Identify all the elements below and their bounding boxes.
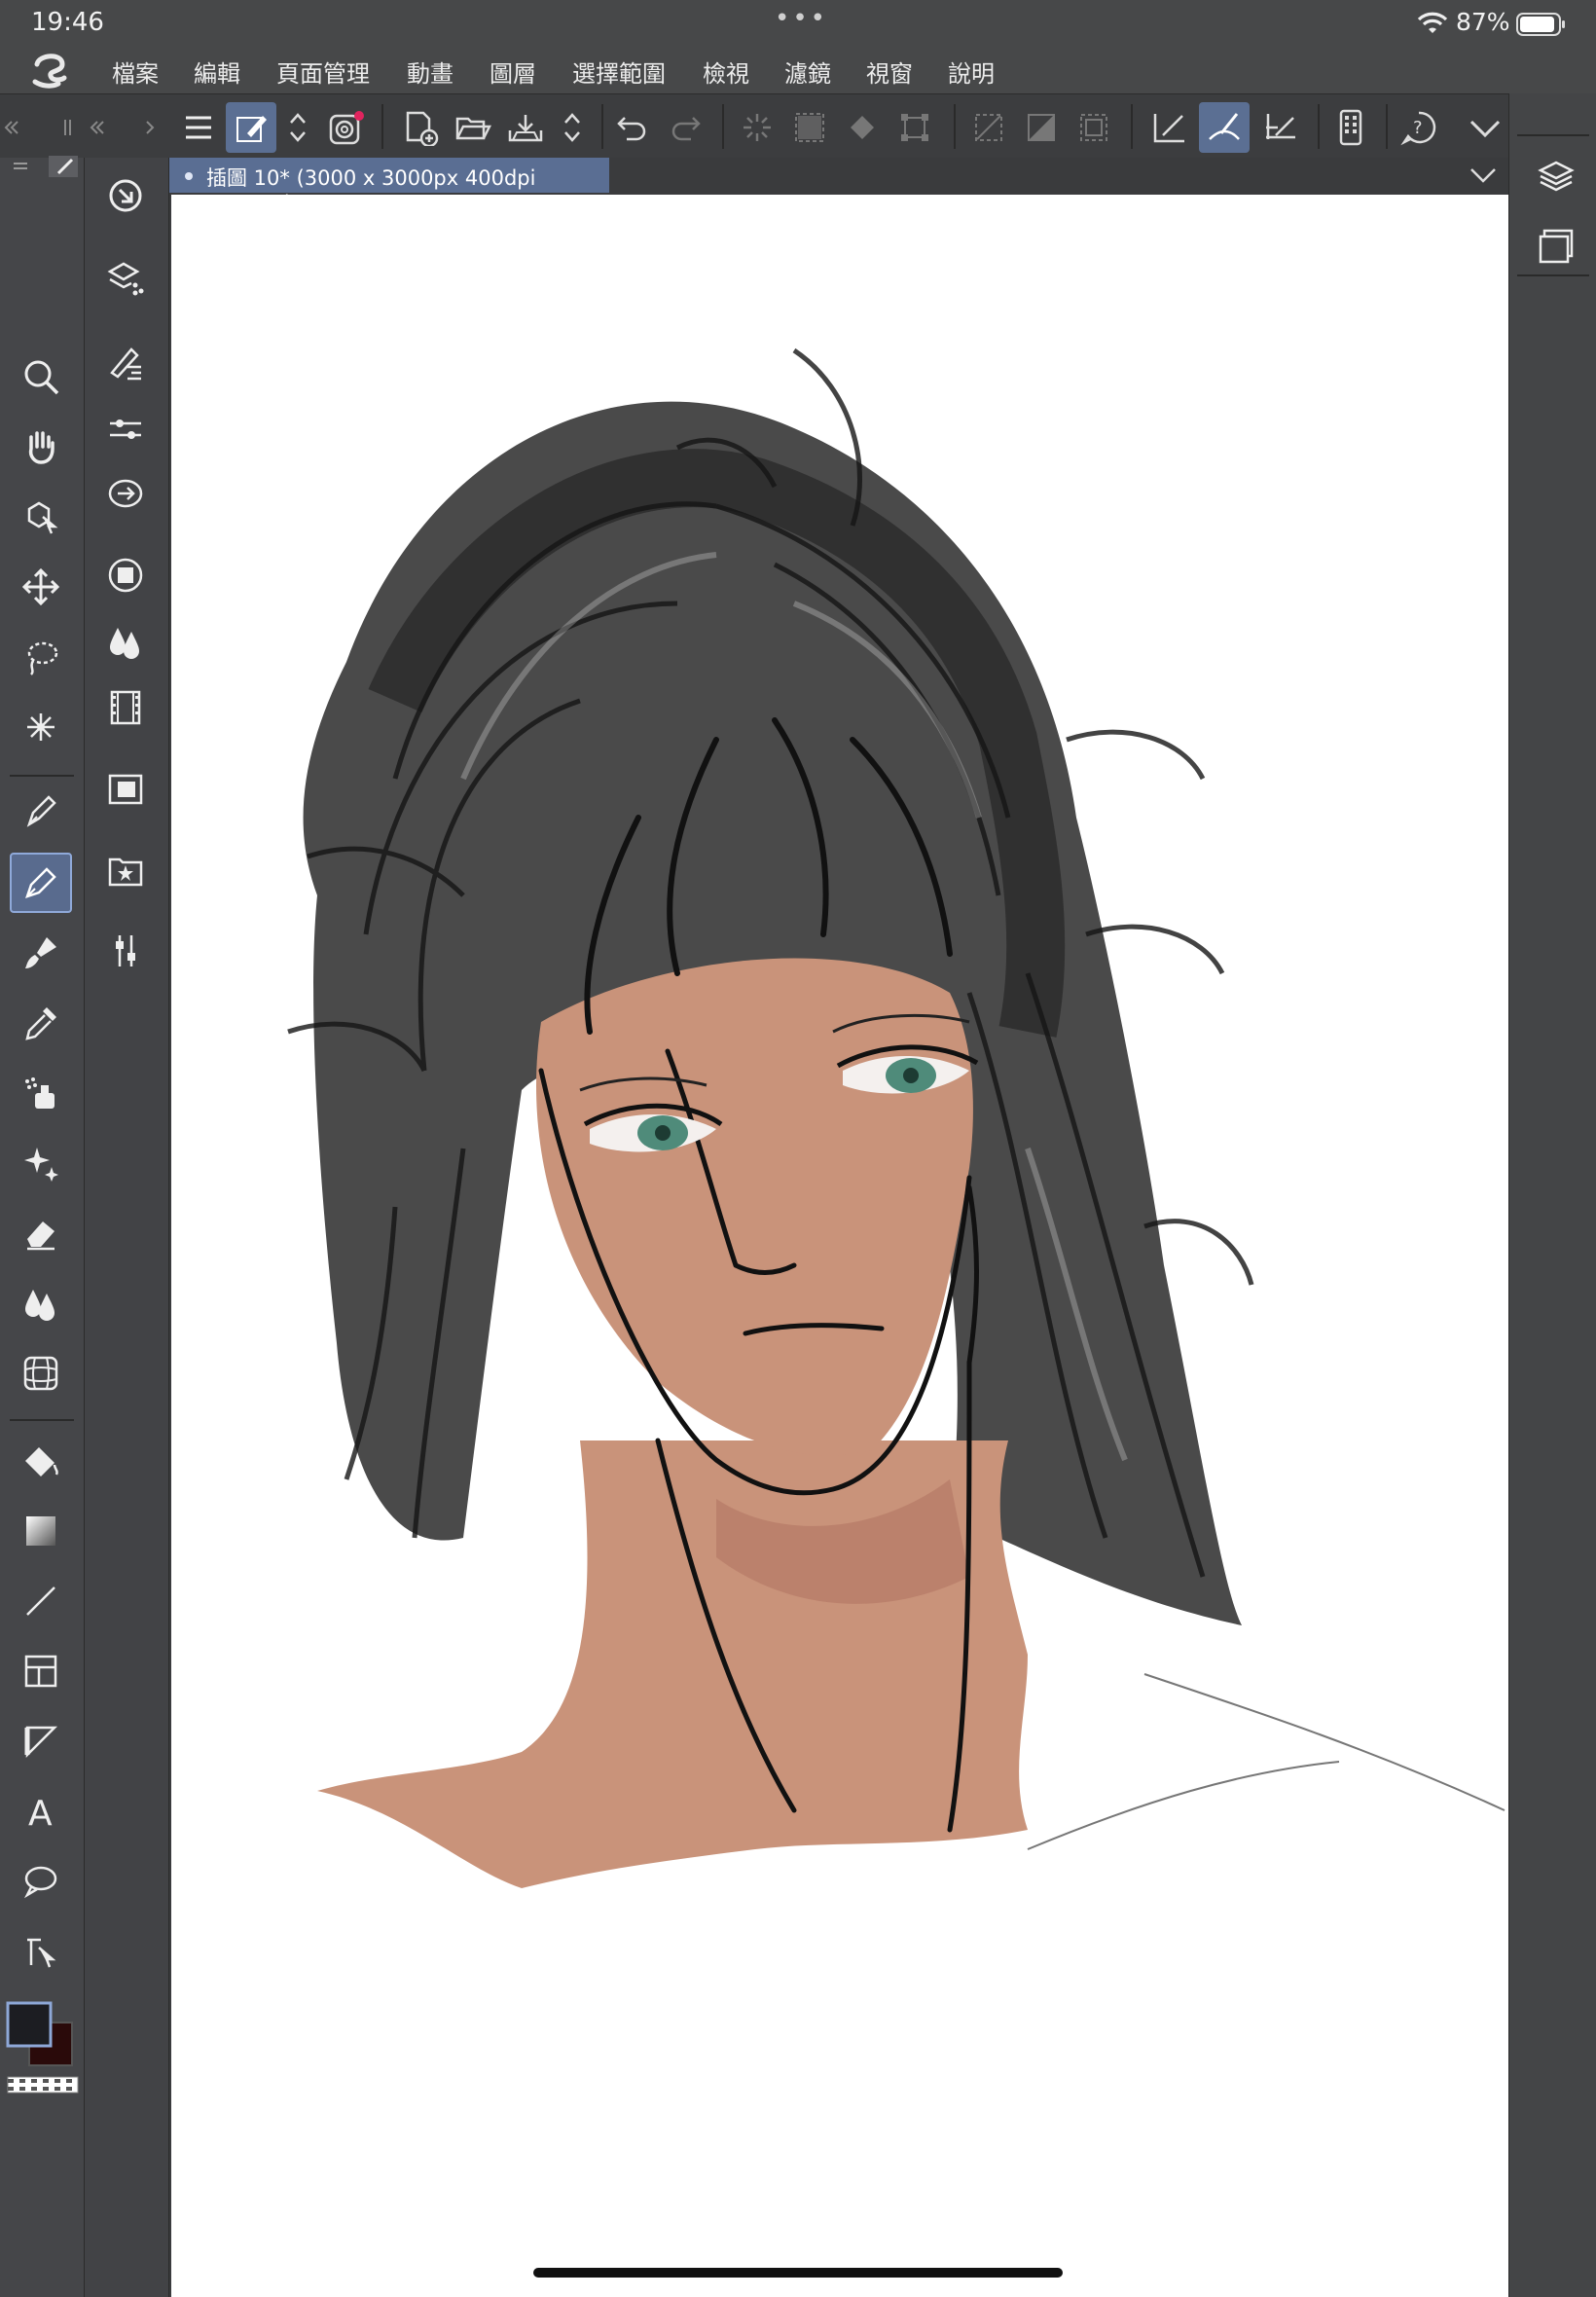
gradient-icon[interactable]: [10, 1503, 72, 1559]
toolbar-more-icon[interactable]: [1460, 102, 1510, 153]
zoom-icon[interactable]: [10, 348, 72, 405]
new-canvas-icon[interactable]: [395, 102, 446, 153]
hamburger-menu-icon[interactable]: [173, 102, 224, 153]
command-bar: ?: [0, 93, 1596, 160]
menu-file[interactable]: 檔案: [112, 55, 159, 89]
selection-border-icon[interactable]: [1069, 102, 1119, 153]
adjust-icon[interactable]: [94, 923, 157, 979]
mode-switch-icon[interactable]: [278, 102, 317, 153]
wifi-icon: [1417, 12, 1448, 35]
redo-icon[interactable]: [660, 102, 710, 153]
correct-line-icon[interactable]: [10, 1923, 72, 1980]
blend-icon[interactable]: [10, 1275, 72, 1331]
favorite-material-icon[interactable]: [94, 843, 157, 899]
right-panel-bar: [1508, 93, 1596, 2297]
document-tab[interactable]: 插圖 10* (3000 x 3000px 400dpi 110.5%): [169, 158, 609, 215]
mesh-transform-icon[interactable]: [10, 1345, 72, 1402]
clear-outside-selection-icon[interactable]: [784, 102, 835, 153]
help-icon[interactable]: ?: [1394, 102, 1444, 153]
tool-palette: A: [0, 156, 85, 2297]
menu-window[interactable]: 視窗: [866, 55, 913, 89]
spray-icon[interactable]: [10, 1065, 72, 1121]
move-icon[interactable]: [10, 559, 72, 615]
edit-mode-icon[interactable]: [226, 102, 276, 153]
deselect-icon[interactable]: [963, 102, 1014, 153]
tool-palette-header[interactable]: [4, 156, 78, 177]
animation-timeline-icon[interactable]: [94, 679, 157, 736]
snap-to-ruler-icon[interactable]: [1144, 102, 1195, 153]
unsaved-dot: [185, 172, 193, 180]
eraser-icon[interactable]: [10, 1205, 72, 1261]
status-bar: 19:46 ••• 87%: [0, 0, 1596, 49]
ruler-icon[interactable]: [10, 1713, 72, 1769]
svg-text:A: A: [28, 1794, 53, 1831]
more-file-options-icon[interactable]: [553, 102, 592, 153]
home-indicator[interactable]: [533, 2268, 1063, 2278]
collapse-left-icon[interactable]: [0, 102, 23, 153]
material-icon[interactable]: [94, 761, 157, 818]
menu-bar: 檔案 編輯 頁面管理 動畫 圖層 選擇範圍 檢視 濾鏡 視窗 說明: [0, 49, 1596, 93]
pen-icon[interactable]: [10, 783, 72, 839]
portrait-illustration: [287, 347, 1505, 1888]
hand-icon[interactable]: [10, 419, 72, 475]
color-set-icon[interactable]: [94, 613, 157, 670]
menu-page-management[interactable]: 頁面管理: [276, 55, 370, 89]
tab-list-chevron-icon[interactable]: [1468, 164, 1499, 187]
line-icon[interactable]: [10, 1573, 72, 1629]
pencil-icon[interactable]: [10, 853, 72, 913]
snap-to-special-ruler-icon[interactable]: [1199, 102, 1250, 153]
menu-filter[interactable]: 濾鏡: [784, 55, 831, 89]
snap-to-grid-icon[interactable]: [1255, 102, 1306, 153]
brush-icon[interactable]: [10, 925, 72, 981]
object-select-icon[interactable]: [10, 489, 72, 545]
menu-help[interactable]: 說明: [948, 55, 995, 89]
invert-selection-icon[interactable]: [1016, 102, 1067, 153]
menu-selection[interactable]: 選擇範圍: [572, 55, 666, 89]
clear-icon[interactable]: [732, 102, 782, 153]
layer-property-panel-icon[interactable]: [1525, 214, 1587, 278]
menu-edit[interactable]: 編輯: [194, 55, 240, 89]
decoration-icon[interactable]: [10, 1135, 72, 1191]
airbrush-eyedropper-icon[interactable]: [10, 995, 72, 1051]
fill-selection-icon[interactable]: [837, 102, 888, 153]
undo-icon[interactable]: [607, 102, 658, 153]
fill-icon[interactable]: [10, 1433, 72, 1489]
frame-icon[interactable]: [10, 1643, 72, 1699]
battery-percent: 87%: [1456, 8, 1510, 36]
color-circle-icon[interactable]: [94, 547, 157, 603]
battery-icon: [1516, 12, 1567, 37]
canvas-paper[interactable]: [171, 195, 1508, 2297]
sub-palette-bar: [85, 158, 169, 2297]
collapse-left-icon-2[interactable]: [86, 102, 109, 153]
app-logo-icon[interactable]: [29, 53, 72, 90]
menu-view[interactable]: 檢視: [703, 55, 749, 89]
sub-tool-icon[interactable]: [94, 167, 157, 224]
tool-property-icon[interactable]: [94, 335, 157, 391]
chevron-right-icon[interactable]: [138, 102, 162, 153]
status-time: 19:46: [31, 8, 104, 37]
brush-size-icon[interactable]: [94, 401, 157, 457]
panel-grip-icon[interactable]: [58, 102, 78, 153]
lasso-icon[interactable]: [10, 629, 72, 685]
edge-keyboard-icon[interactable]: [1325, 102, 1376, 153]
open-file-icon[interactable]: [448, 102, 498, 153]
multitask-dots[interactable]: •••: [775, 4, 828, 33]
layer-palette-icon[interactable]: [1525, 144, 1587, 208]
navigator-icon[interactable]: [94, 465, 157, 522]
auto-select-icon[interactable]: [10, 699, 72, 755]
save-icon[interactable]: [500, 102, 551, 153]
companion-mode-icon[interactable]: [321, 102, 372, 153]
layer-property-icon[interactable]: [94, 249, 157, 306]
menu-layer[interactable]: 圖層: [490, 55, 536, 89]
svg-text:?: ?: [1413, 118, 1423, 138]
text-icon[interactable]: A: [10, 1783, 72, 1840]
menu-animation[interactable]: 動畫: [407, 55, 453, 89]
transform-icon[interactable]: [889, 102, 940, 153]
balloon-icon[interactable]: [10, 1853, 72, 1910]
